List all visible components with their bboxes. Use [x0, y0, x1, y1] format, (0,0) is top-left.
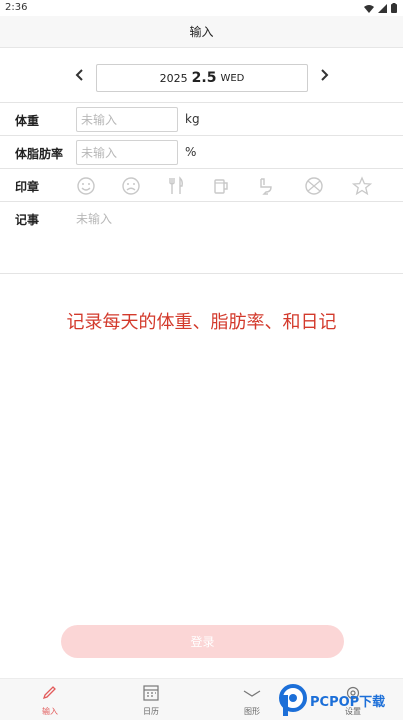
date-month-day: 2.5 — [191, 70, 217, 86]
prev-day-button[interactable] — [70, 65, 90, 85]
battery-icon — [391, 3, 397, 13]
stamp-label: 印章 — [15, 180, 40, 194]
date-navigator: 2025 2.5 WED — [0, 48, 403, 103]
toilet-icon[interactable] — [256, 176, 276, 196]
page-title: 输入 — [189, 25, 214, 39]
body-fat-input[interactable] — [76, 140, 178, 165]
body-fat-unit: % — [185, 145, 197, 159]
app-header: 输入 — [0, 16, 403, 48]
chevron-right-icon — [321, 69, 329, 81]
tab-input-label: 输入 — [42, 707, 58, 716]
chart-line-icon — [243, 690, 261, 697]
date-weekday: WED — [220, 72, 245, 84]
calendar-icon — [143, 685, 159, 701]
status-bar: 2:36 — [0, 0, 403, 16]
weight-label: 体重 — [15, 114, 40, 128]
pencil-icon — [42, 686, 56, 700]
signal-icon — [378, 3, 387, 13]
tab-input[interactable]: 输入 — [10, 679, 90, 720]
weight-unit: kg — [185, 112, 200, 126]
fork-knife-icon[interactable] — [166, 176, 186, 196]
stamp-row: 印章 — [0, 169, 403, 202]
date-display[interactable]: 2025 2.5 WED — [96, 64, 308, 92]
star-icon[interactable] — [352, 176, 372, 196]
notes-row: 记事 — [0, 202, 403, 274]
next-day-button[interactable] — [314, 65, 334, 85]
tab-calendar[interactable]: 日历 — [111, 679, 191, 720]
beer-mug-icon[interactable] — [211, 176, 231, 196]
status-time: 2:36 — [5, 2, 28, 13]
promo-caption: 记录每天的体重、脂肪率、和日记 — [66, 312, 337, 333]
chevron-left-icon — [75, 69, 83, 81]
watermark-p-icon — [279, 684, 307, 716]
notes-label: 记事 — [15, 213, 40, 227]
weight-row: 体重 kg — [0, 103, 403, 136]
watermark-logo: PCPOP下载 — [276, 683, 401, 717]
body-fat-label: 体脂肪率 — [15, 147, 64, 161]
ball-icon[interactable] — [304, 176, 324, 196]
body-fat-row: 体脂肪率 % — [0, 136, 403, 169]
wifi-icon — [364, 4, 374, 13]
smile-icon[interactable] — [76, 176, 96, 196]
weight-input[interactable] — [76, 107, 178, 132]
notes-input[interactable] — [76, 210, 376, 266]
frown-icon[interactable] — [121, 176, 141, 196]
login-button[interactable]: 登录 — [61, 625, 344, 658]
tab-calendar-label: 日历 — [143, 707, 159, 716]
status-icons — [364, 3, 397, 13]
watermark-text: PCPOP下载 — [310, 695, 386, 710]
date-year: 2025 — [159, 71, 188, 85]
